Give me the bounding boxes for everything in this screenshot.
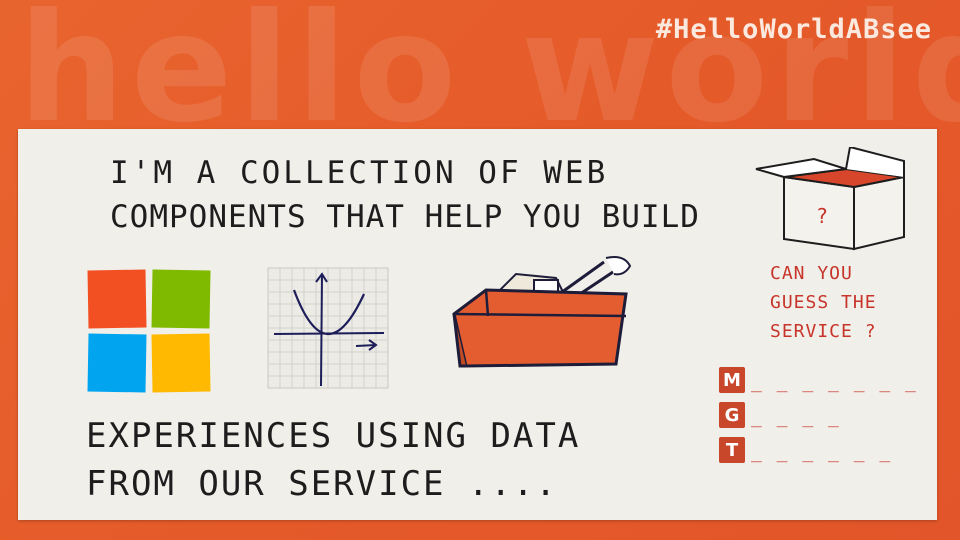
graph-icon (267, 267, 389, 389)
box-question-mark: ? (816, 204, 828, 228)
guess-prompt: CAN YOU GUESS THE SERVICE ? (770, 259, 930, 346)
hint-letter-tile: T (719, 437, 745, 463)
logo-yellow-square (151, 333, 211, 393)
hint-letter-tile: M (719, 367, 745, 393)
microsoft-logo-icon (87, 269, 212, 394)
hint-letter-tile: G (719, 402, 745, 428)
footer-line-2: from our service .... (86, 464, 558, 504)
logo-red-square (87, 269, 147, 329)
hint-blanks: _ _ _ _ _ _ _ (751, 372, 918, 393)
toolbox-icon (452, 256, 632, 368)
hint-blanks: _ _ _ _ (751, 407, 841, 428)
logo-green-square (151, 269, 211, 329)
guess-prompt-line-2: GUESS THE (770, 292, 877, 313)
mystery-box-icon: ? (755, 147, 905, 251)
logo-blue-square (87, 333, 147, 393)
guess-prompt-line-3: SERVICE ? (770, 321, 877, 342)
footer-line-1: Experiences using data (86, 416, 581, 456)
guess-prompt-line-1: CAN YOU (770, 263, 853, 284)
hint-blanks: _ _ _ _ _ _ (751, 442, 893, 463)
headline-line-2: components that help you build (110, 199, 700, 235)
headline-line-1: I'm a collection of web (110, 155, 609, 191)
content-card: I'm a collection of web components that … (18, 129, 937, 520)
hashtag-title: #HelloWorldABsee (655, 14, 932, 45)
